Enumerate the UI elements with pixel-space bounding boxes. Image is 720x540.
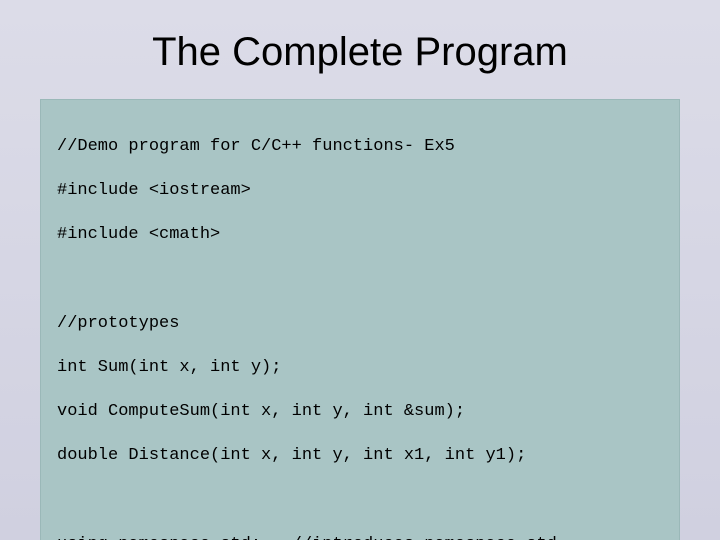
code-line: //prototypes	[57, 313, 663, 335]
blank-line	[57, 490, 663, 512]
page-title: The Complete Program	[40, 30, 680, 75]
blank-line	[57, 269, 663, 291]
code-line: using namespace std; //introduces namesp…	[57, 534, 663, 540]
code-line: #include <iostream>	[57, 180, 663, 202]
code-line: int Sum(int x, int y);	[57, 357, 663, 379]
code-line: double Distance(int x, int y, int x1, in…	[57, 445, 663, 467]
code-line: #include <cmath>	[57, 224, 663, 246]
code-line: void ComputeSum(int x, int y, int &sum);	[57, 401, 663, 423]
code-line: //Demo program for C/C++ functions- Ex5	[57, 136, 663, 158]
code-block: //Demo program for C/C++ functions- Ex5 …	[40, 99, 680, 540]
slide: The Complete Program //Demo program for …	[0, 0, 720, 540]
